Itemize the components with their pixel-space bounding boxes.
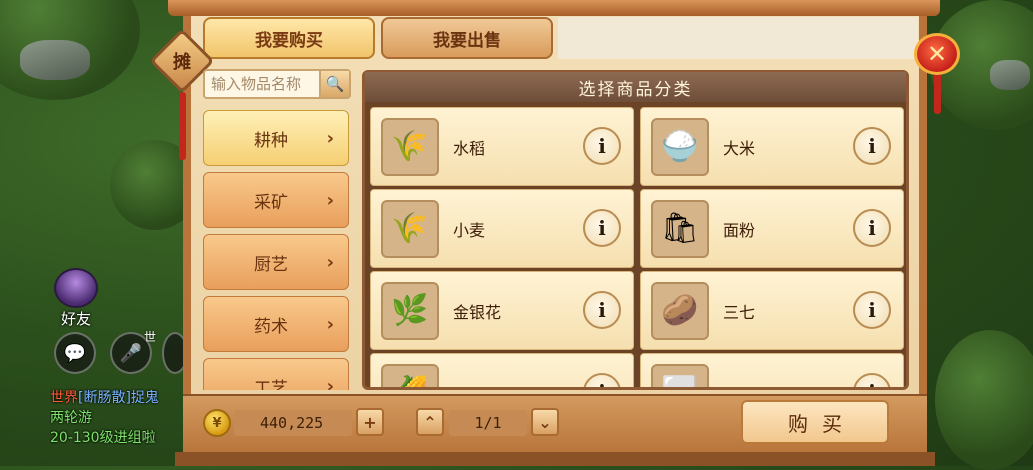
category-label: 厨艺 bbox=[254, 254, 288, 275]
tab-strip-filler bbox=[558, 17, 918, 59]
item-search: 🔍 bbox=[203, 69, 351, 99]
page-indicator: 1/1 bbox=[449, 410, 527, 436]
chat-log[interactable]: 世界[断肠散]捉鬼 两轮游 20-130级进组啦 bbox=[50, 388, 190, 448]
info-button[interactable]: i bbox=[853, 291, 891, 329]
goods-item-polished-rice[interactable]: 🍚 大米 i bbox=[640, 107, 904, 186]
info-button[interactable]: i bbox=[583, 291, 621, 329]
goods-item-name: 金银花 bbox=[453, 302, 502, 322]
info-icon: i bbox=[598, 380, 606, 387]
category-label: 采矿 bbox=[254, 192, 288, 213]
chevron-down-icon: ⌄ bbox=[538, 412, 552, 432]
info-icon: i bbox=[598, 216, 606, 240]
tofu-icon: ⬜ bbox=[651, 363, 709, 387]
search-button[interactable]: 🔍 bbox=[319, 71, 349, 97]
page-down-button[interactable]: ⌄ bbox=[531, 408, 559, 436]
info-icon: i bbox=[868, 134, 876, 158]
wheat-icon: 🌾 bbox=[381, 199, 439, 258]
chat-bubble-icon: 💬 bbox=[63, 342, 87, 364]
goods-item-partial[interactable]: 🌽 i bbox=[370, 353, 634, 387]
goods-item-name: 面粉 bbox=[723, 220, 756, 240]
search-icon: 🔍 bbox=[325, 75, 345, 93]
goods-item-name: 小麦 bbox=[453, 220, 486, 240]
chevron-right-icon: › bbox=[326, 313, 334, 335]
rice-plant-icon: 🌾 bbox=[381, 117, 439, 176]
stall-badge-label: 摊 bbox=[173, 52, 191, 73]
info-icon: i bbox=[868, 380, 876, 387]
info-icon: i bbox=[868, 216, 876, 240]
background-rock bbox=[990, 60, 1030, 90]
info-button[interactable]: i bbox=[853, 127, 891, 165]
coin-icon: ¥ bbox=[203, 409, 231, 437]
info-button[interactable]: i bbox=[853, 209, 891, 247]
voice-button[interactable]: 🎤 世 bbox=[110, 330, 156, 374]
category-crafting[interactable]: 工艺 › bbox=[203, 358, 349, 390]
category-cooking[interactable]: 厨艺 › bbox=[203, 234, 349, 290]
page-up-button[interactable]: ⌃ bbox=[416, 408, 444, 436]
info-button[interactable]: i bbox=[853, 373, 891, 387]
close-icon: ✕ bbox=[926, 40, 948, 68]
friends-button[interactable]: 好友 bbox=[52, 268, 100, 329]
voice-channel-tag: 世 bbox=[143, 330, 156, 344]
tab-buy[interactable]: 我要购买 bbox=[203, 17, 375, 59]
goods-item-partial[interactable]: ⬜ i bbox=[640, 353, 904, 387]
close-button[interactable]: ✕ bbox=[914, 33, 960, 75]
microphone-icon: 🎤 bbox=[119, 342, 143, 364]
buy-button[interactable]: 购买 bbox=[741, 400, 889, 444]
chevron-right-icon: › bbox=[326, 251, 334, 273]
grain-icon: 🌽 bbox=[381, 363, 439, 387]
goods-item-sanqi[interactable]: 🥔 三七 i bbox=[640, 271, 904, 350]
friend-avatar-icon bbox=[54, 268, 98, 308]
chevron-right-icon: › bbox=[326, 375, 334, 391]
flour-sack-icon: 🛍 bbox=[651, 199, 709, 258]
tab-sell[interactable]: 我要出售 bbox=[381, 17, 553, 59]
chevron-right-icon: › bbox=[326, 127, 334, 149]
add-money-button[interactable]: + bbox=[356, 408, 384, 436]
goods-item-name: 三七 bbox=[723, 302, 756, 322]
background-tree bbox=[935, 330, 1033, 470]
goods-item-name: 大米 bbox=[723, 138, 756, 158]
money-amount: 440,225 bbox=[234, 410, 352, 436]
chat-line: 世界[断肠散]捉鬼 bbox=[50, 390, 159, 406]
friends-label: 好友 bbox=[60, 310, 91, 328]
chat-bubble-button[interactable]: 💬 bbox=[54, 332, 96, 374]
info-icon: i bbox=[598, 298, 606, 322]
category-label: 药术 bbox=[254, 316, 288, 337]
goods-item-rice[interactable]: 🌾 水稻 i bbox=[370, 107, 634, 186]
chevron-up-icon: ⌃ bbox=[423, 412, 437, 432]
panel-top-trim bbox=[168, 0, 940, 16]
category-farming[interactable]: 耕种 › bbox=[203, 110, 349, 166]
goods-item-honeysuckle[interactable]: 🌿 金银花 i bbox=[370, 271, 634, 350]
goods-grid[interactable]: 🌾 水稻 i 🍚 大米 i 🌾 小麦 i 🛍 面粉 i 🌿 金银花 i 🥔 三七… bbox=[370, 107, 904, 387]
goods-item-flour[interactable]: 🛍 面粉 i bbox=[640, 189, 904, 268]
goods-item-wheat[interactable]: 🌾 小麦 i bbox=[370, 189, 634, 268]
search-input[interactable] bbox=[205, 71, 319, 97]
chevron-right-icon: › bbox=[326, 189, 334, 211]
chat-line: 20-130级进组啦 bbox=[50, 430, 156, 446]
panel-base-trim bbox=[175, 452, 935, 466]
goods-item-name: 水稻 bbox=[453, 138, 486, 158]
info-icon: i bbox=[598, 134, 606, 158]
right-tassel bbox=[934, 70, 941, 114]
info-button[interactable]: i bbox=[583, 373, 621, 387]
category-label: 耕种 bbox=[254, 130, 288, 151]
category-mining[interactable]: 采矿 › bbox=[203, 172, 349, 228]
left-tassel bbox=[179, 92, 186, 160]
honeysuckle-icon: 🌿 bbox=[381, 281, 439, 340]
background-rock bbox=[20, 40, 90, 80]
chat-line: 两轮游 bbox=[50, 410, 92, 426]
category-medicine[interactable]: 药术 › bbox=[203, 296, 349, 352]
info-icon: i bbox=[868, 298, 876, 322]
plus-icon: + bbox=[363, 412, 377, 432]
info-button[interactable]: i bbox=[583, 127, 621, 165]
grid-title: 选择商品分类 bbox=[365, 72, 906, 102]
ginseng-root-icon: 🥔 bbox=[651, 281, 709, 340]
rice-bowl-icon: 🍚 bbox=[651, 117, 709, 176]
info-button[interactable]: i bbox=[583, 209, 621, 247]
category-label: 工艺 bbox=[254, 378, 288, 391]
category-list[interactable]: 耕种 › 采矿 › 厨艺 › 药术 › 工艺 › bbox=[203, 110, 349, 390]
